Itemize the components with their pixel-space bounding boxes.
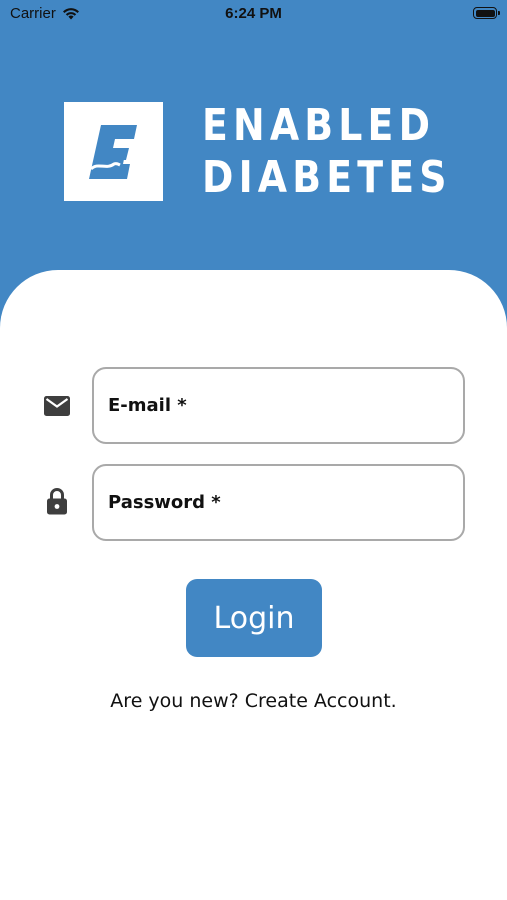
logo-e-glyph bbox=[89, 125, 137, 179]
password-label: Password * bbox=[108, 492, 221, 513]
create-account-link[interactable]: Are you new? Create Account. bbox=[0, 690, 507, 712]
brand-logo: ENABLED DIABETES bbox=[64, 100, 452, 204]
status-time: 6:24 PM bbox=[225, 5, 282, 22]
status-bar: Carrier 6:24 PM bbox=[0, 0, 507, 28]
email-row: E-mail * bbox=[0, 367, 507, 445]
login-button[interactable]: Login bbox=[186, 579, 322, 657]
brand-line-2: DIABETES bbox=[202, 152, 452, 203]
logo-emblem bbox=[64, 102, 163, 201]
brand-name: ENABLED DIABETES bbox=[202, 100, 452, 204]
lock-icon bbox=[44, 488, 70, 515]
mail-icon bbox=[44, 393, 70, 419]
password-field[interactable]: Password * bbox=[92, 464, 465, 541]
email-label: E-mail * bbox=[108, 395, 187, 416]
login-screen: Carrier 6:24 PM ENABLED DIABETES E-mail … bbox=[0, 0, 507, 900]
password-row: Password * bbox=[0, 464, 507, 542]
brand-line-1: ENABLED bbox=[202, 100, 436, 151]
email-field[interactable]: E-mail * bbox=[92, 367, 465, 444]
battery-icon bbox=[473, 7, 500, 19]
